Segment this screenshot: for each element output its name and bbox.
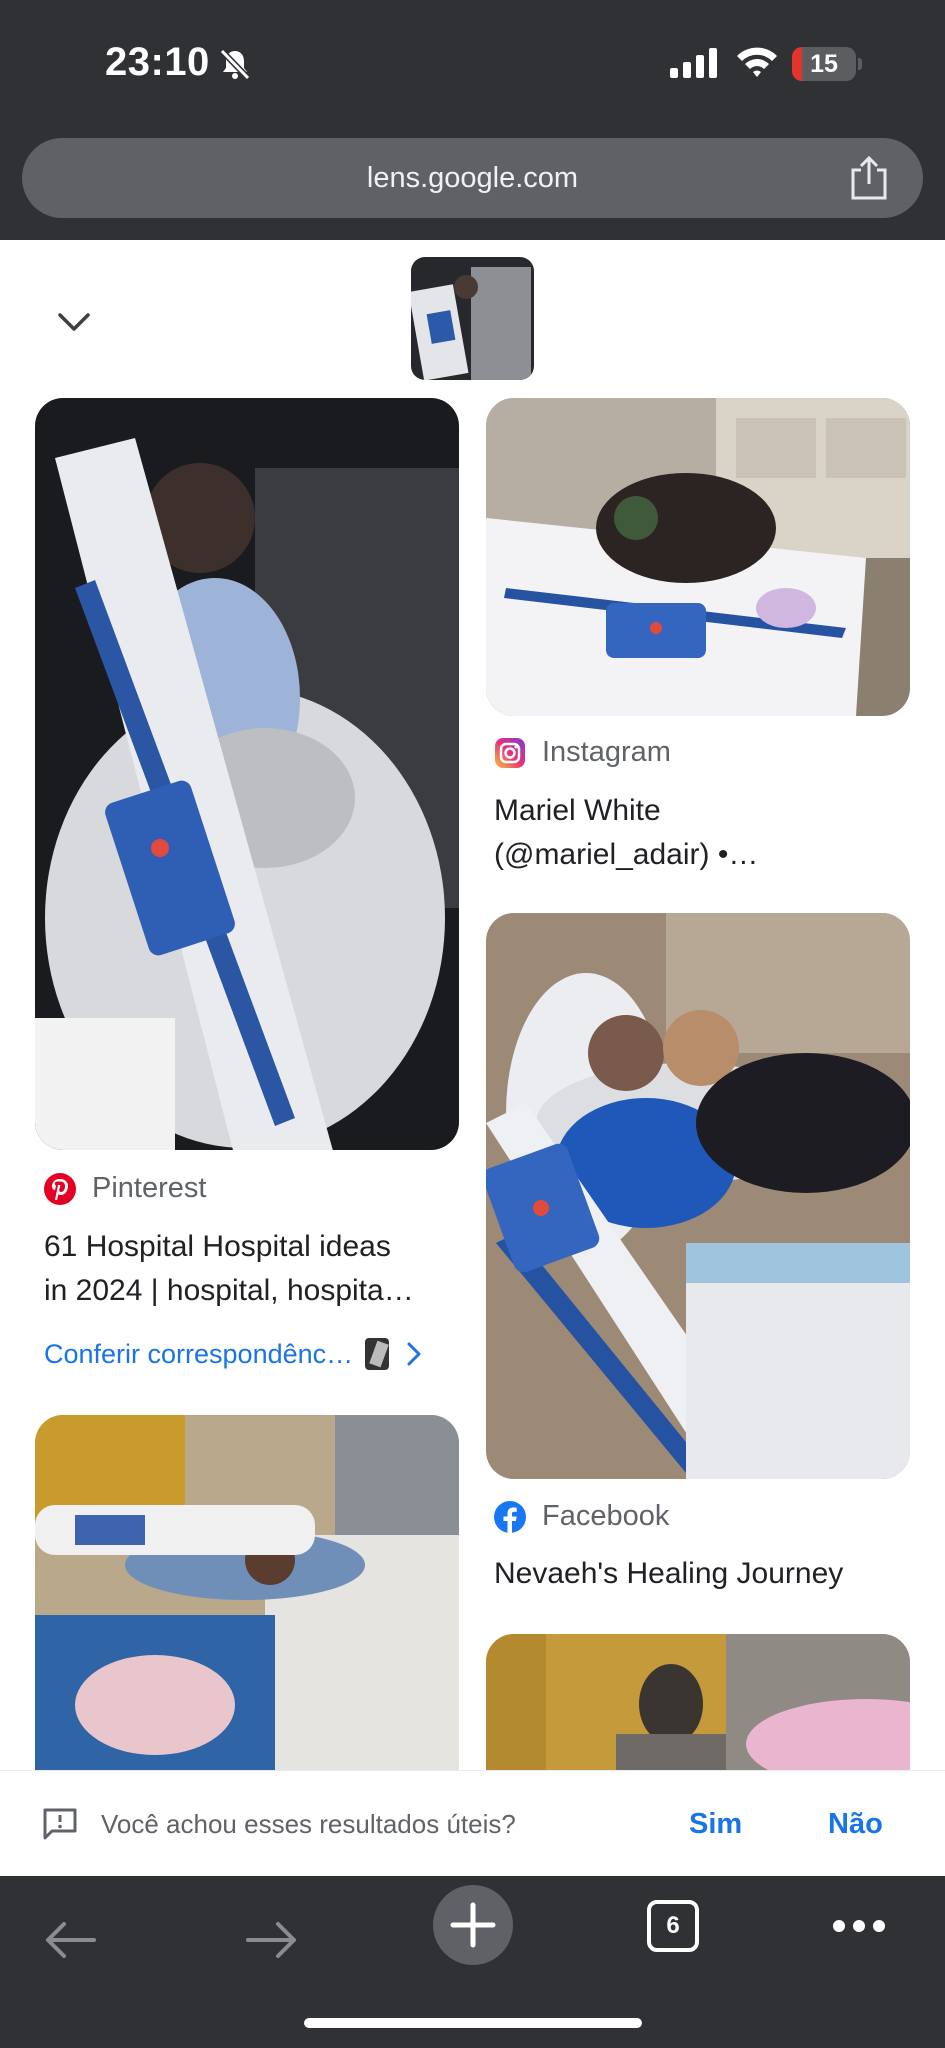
result-title-instagram[interactable]: Mariel White (@mariel_adair) •…: [494, 789, 914, 877]
result-title-line: Mariel White: [494, 794, 661, 827]
battery-icon: 15: [792, 47, 862, 81]
match-thumbnail: [365, 1338, 390, 1370]
feedback-bar: Você achou esses resultados úteis? Sim N…: [0, 1770, 945, 1876]
more-menu-icon[interactable]: [832, 1916, 886, 1936]
result-image-instagram[interactable]: [486, 398, 910, 716]
check-matches-link[interactable]: Conferir correspondênc…: [44, 1332, 454, 1376]
result-title-facebook[interactable]: Nevaeh's Healing Journey: [494, 1552, 914, 1596]
result-source-instagram[interactable]: Instagram: [494, 736, 671, 769]
share-icon[interactable]: [847, 154, 891, 202]
source-name: Pinterest: [92, 1172, 207, 1204]
back-arrow-icon[interactable]: [42, 1918, 98, 1962]
result-image-facebook[interactable]: [486, 913, 910, 1479]
status-bar: 23:10 15: [0, 0, 945, 130]
url-bar[interactable]: lens.google.com: [22, 138, 923, 218]
result-title-line: Nevaeh's Healing Journey: [494, 1557, 844, 1590]
new-tab-plus-icon: [450, 1902, 496, 1948]
feedback-no-button[interactable]: Não: [828, 1771, 883, 1877]
chevron-down-icon[interactable]: [52, 300, 96, 344]
facebook-icon: [494, 1500, 526, 1533]
new-tab-button[interactable]: [433, 1885, 513, 1965]
source-name: Instagram: [542, 736, 671, 768]
result-title-line: 61 Hospital Hospital ideas: [44, 1230, 391, 1263]
result-image-pinterest[interactable]: [35, 398, 459, 1150]
top-chrome: 23:10 15 lens.google.com: [0, 0, 945, 240]
instagram-icon: [495, 737, 525, 768]
result-title-line: (@mariel_adair) •…: [494, 838, 759, 871]
battery-level-text: 15: [810, 50, 838, 78]
result-title-pinterest[interactable]: 61 Hospital Hospital ideas in 2024 | hos…: [44, 1225, 464, 1313]
bottom-toolbar: 6: [0, 1876, 945, 2048]
source-name: Facebook: [542, 1500, 670, 1532]
forward-arrow-icon[interactable]: [244, 1918, 300, 1962]
result-source-facebook[interactable]: Facebook: [494, 1500, 669, 1533]
pinterest-icon: [44, 1172, 76, 1205]
url-text[interactable]: lens.google.com: [22, 138, 923, 218]
result-source-pinterest[interactable]: Pinterest: [44, 1172, 206, 1205]
check-matches-label[interactable]: Conferir correspondênc…: [44, 1339, 353, 1370]
status-time: 23:10: [105, 40, 210, 84]
feedback-question: Você achou esses resultados úteis?: [101, 1809, 516, 1839]
wifi-icon: [737, 47, 777, 77]
cellular-signal-icon: [670, 48, 717, 78]
feedback-yes-button[interactable]: Sim: [689, 1771, 742, 1877]
bell-slash-icon: [219, 48, 251, 81]
feedback-icon: [43, 1808, 77, 1840]
result-image-4[interactable]: [35, 1415, 459, 1775]
home-indicator: [304, 2018, 642, 2028]
tab-switcher-icon[interactable]: 6: [647, 1900, 699, 1952]
result-title-line: in 2024 | hospital, hospita…: [44, 1274, 414, 1307]
result-image-5[interactable]: [486, 1634, 910, 1775]
query-image-thumbnail[interactable]: [411, 257, 534, 380]
chevron-right-icon[interactable]: [403, 1340, 425, 1368]
